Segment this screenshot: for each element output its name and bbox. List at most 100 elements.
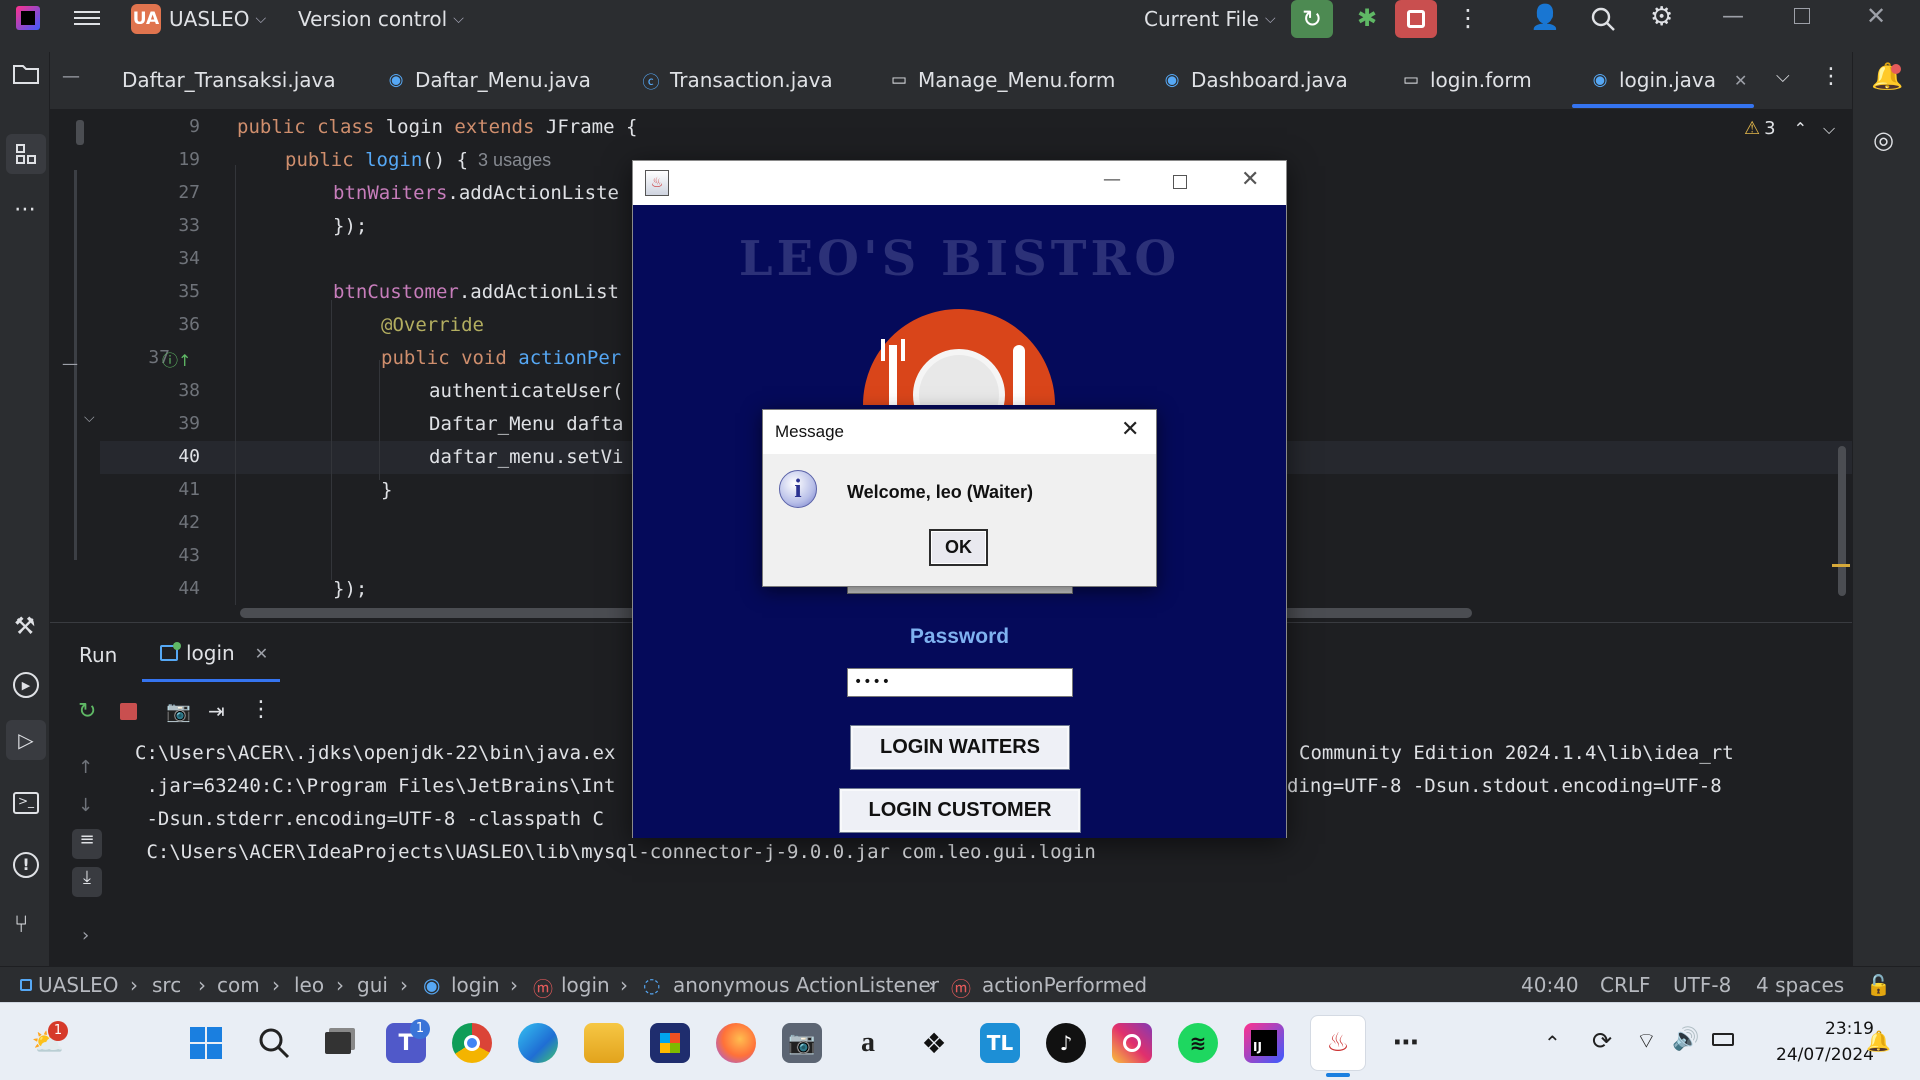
intellij-logo-icon[interactable]: [16, 6, 40, 30]
read-only-lock-icon[interactable]: 🔓: [1866, 973, 1891, 997]
battery-icon[interactable]: [1712, 1033, 1734, 1046]
dropbox-icon[interactable]: ❖: [914, 1023, 954, 1063]
file-explorer-icon[interactable]: [584, 1023, 624, 1063]
breadcrumb-item[interactable]: actionPerformed: [982, 973, 1147, 997]
tab-daftar-transaksi[interactable]: Daftar_Transaksi.java: [122, 68, 336, 92]
vcs-selector[interactable]: Version control ⌵: [298, 7, 464, 31]
password-field[interactable]: ••••: [847, 668, 1073, 697]
scroll-up-icon[interactable]: ↑: [78, 757, 93, 778]
app-close-button[interactable]: ✕: [1241, 167, 1259, 192]
structure-icon[interactable]: [6, 134, 46, 174]
collapse-icon[interactable]: —: [62, 66, 80, 87]
breadcrumb-item[interactable]: UASLEO: [38, 973, 119, 997]
more-tools-icon[interactable]: ⋯: [14, 197, 36, 222]
project-selector[interactable]: UA UASLEO ⌵: [131, 4, 266, 34]
stop-button[interactable]: [1395, 0, 1437, 38]
close-tab-icon[interactable]: ✕: [1734, 71, 1747, 90]
rerun-icon[interactable]: ↻: [78, 699, 96, 724]
screenshot-camera-icon[interactable]: 📷: [166, 699, 191, 723]
vertical-scrollbar[interactable]: [1838, 446, 1846, 596]
intellij-taskbar-icon[interactable]: IJ: [1244, 1023, 1284, 1063]
tab-manage-menu-form[interactable]: ▭ Manage_Menu.form: [888, 68, 1115, 92]
ai-assistant-icon[interactable]: ◎: [1873, 126, 1894, 154]
breadcrumb-item[interactable]: gui: [357, 973, 388, 997]
indent-setting[interactable]: 4 spaces: [1756, 973, 1844, 997]
add-user-icon[interactable]: 👤: [1530, 3, 1560, 31]
search-icon[interactable]: [1590, 6, 1615, 31]
tab-login-java[interactable]: ◉ login.java ✕: [1589, 68, 1748, 92]
spotify-icon[interactable]: ≋: [1178, 1023, 1218, 1063]
start-windows-icon[interactable]: [186, 1023, 226, 1063]
warnings-indicator[interactable]: ⚠ 3 ⌃ ⌵: [1744, 118, 1835, 139]
settings-gear-icon[interactable]: ⚙: [1650, 2, 1673, 32]
tabs-more-icon[interactable]: ⋮: [1820, 64, 1842, 89]
app-minimize-button[interactable]: —: [1103, 169, 1121, 190]
login-customer-button[interactable]: LOGIN CUSTOMER: [839, 788, 1081, 833]
app-maximize-button[interactable]: [1173, 175, 1187, 189]
exit-icon[interactable]: ⇥: [208, 699, 225, 723]
sync-icon[interactable]: ⟳: [1592, 1027, 1612, 1055]
file-encoding[interactable]: UTF-8: [1673, 973, 1731, 997]
amazon-icon[interactable]: a: [848, 1023, 888, 1063]
run-tab-login[interactable]: login ✕: [160, 641, 268, 665]
tab-dashboard[interactable]: ◉ Dashboard.java: [1161, 68, 1348, 92]
maximize-window-button[interactable]: [1794, 8, 1810, 24]
scroll-down-icon[interactable]: ↓: [78, 795, 93, 816]
clock-date[interactable]: 24/07/2024: [1752, 1045, 1874, 1065]
dialog-close-button[interactable]: ✕: [1121, 416, 1139, 442]
minimize-window-button[interactable]: —: [1722, 4, 1744, 29]
problems-icon[interactable]: !: [13, 852, 39, 878]
build-hammer-icon[interactable]: ⚒: [14, 612, 36, 640]
main-menu-icon[interactable]: [74, 5, 100, 31]
breadcrumb-item[interactable]: src: [152, 973, 181, 997]
wifi-icon[interactable]: ⌔: [1636, 1027, 1657, 1055]
tl-app-icon[interactable]: TL: [980, 1023, 1020, 1063]
more-apps-icon[interactable]: ⋯: [1386, 1023, 1426, 1063]
collapse-icon[interactable]: —: [62, 354, 78, 373]
stop-icon[interactable]: [120, 703, 137, 720]
run-config-selector[interactable]: Current File ⌵: [1144, 7, 1276, 31]
chrome-icon[interactable]: [452, 1023, 492, 1063]
clock-time[interactable]: 23:19: [1762, 1019, 1874, 1039]
more-actions-icon[interactable]: ⋮: [1456, 4, 1480, 32]
tab-login-form[interactable]: ▭ login.form: [1400, 68, 1532, 92]
instagram-icon[interactable]: [1112, 1023, 1152, 1063]
debug-icon[interactable]: ✱: [1352, 4, 1382, 34]
login-waiters-button[interactable]: LOGIN WAITERS: [850, 725, 1070, 770]
tiktok-icon[interactable]: ♪: [1046, 1023, 1086, 1063]
next-warning-icon[interactable]: ⌵: [1823, 119, 1835, 139]
camera-icon[interactable]: 📷: [782, 1023, 822, 1063]
prev-warning-icon[interactable]: ⌃: [1794, 119, 1807, 138]
java-app-taskbar-item[interactable]: ♨: [1310, 1015, 1366, 1071]
tab-daftar-menu[interactable]: ◉ Daftar_Menu.java: [385, 68, 591, 92]
services-icon[interactable]: ▶: [13, 672, 39, 698]
run-tool-icon[interactable]: ▷: [6, 720, 46, 760]
notification-bell-icon[interactable]: 🔔: [1866, 1029, 1891, 1053]
line-separator[interactable]: CRLF: [1600, 973, 1651, 997]
breadcrumb-item[interactable]: login: [561, 973, 610, 997]
tab-transaction[interactable]: ⓒ Transaction.java: [640, 68, 833, 93]
search-icon[interactable]: [254, 1023, 294, 1063]
expand-icon[interactable]: ›: [82, 925, 89, 946]
breadcrumb-item[interactable]: com: [217, 973, 260, 997]
breadcrumb-item[interactable]: login: [451, 973, 500, 997]
task-view-icon[interactable]: [318, 1023, 358, 1063]
git-branch-icon[interactable]: ⑂: [14, 910, 28, 938]
show-hidden-icons[interactable]: ⌃: [1544, 1031, 1561, 1055]
volume-icon[interactable]: 🔊: [1672, 1027, 1699, 1052]
close-window-button[interactable]: ✕: [1866, 2, 1886, 30]
rerun-button[interactable]: ↻: [1291, 0, 1333, 38]
edge-icon[interactable]: [518, 1023, 558, 1063]
fold-arrow-icon[interactable]: ⌵: [84, 410, 95, 426]
soft-wrap-icon[interactable]: ≡: [72, 829, 102, 859]
caret-position[interactable]: 40:40: [1521, 973, 1579, 997]
override-gutter-icon[interactable]: ⓘ↑: [162, 347, 191, 371]
close-tab-icon[interactable]: ✕: [255, 644, 268, 663]
breadcrumb-item[interactable]: leo: [294, 973, 324, 997]
scroll-to-end-icon[interactable]: ⤓: [72, 867, 102, 897]
terminal-icon[interactable]: >_: [13, 792, 39, 814]
microsoft-store-icon[interactable]: [650, 1023, 690, 1063]
project-folder-icon[interactable]: [8, 58, 44, 90]
firefox-icon[interactable]: [716, 1023, 756, 1063]
ok-button[interactable]: OK: [929, 529, 988, 566]
